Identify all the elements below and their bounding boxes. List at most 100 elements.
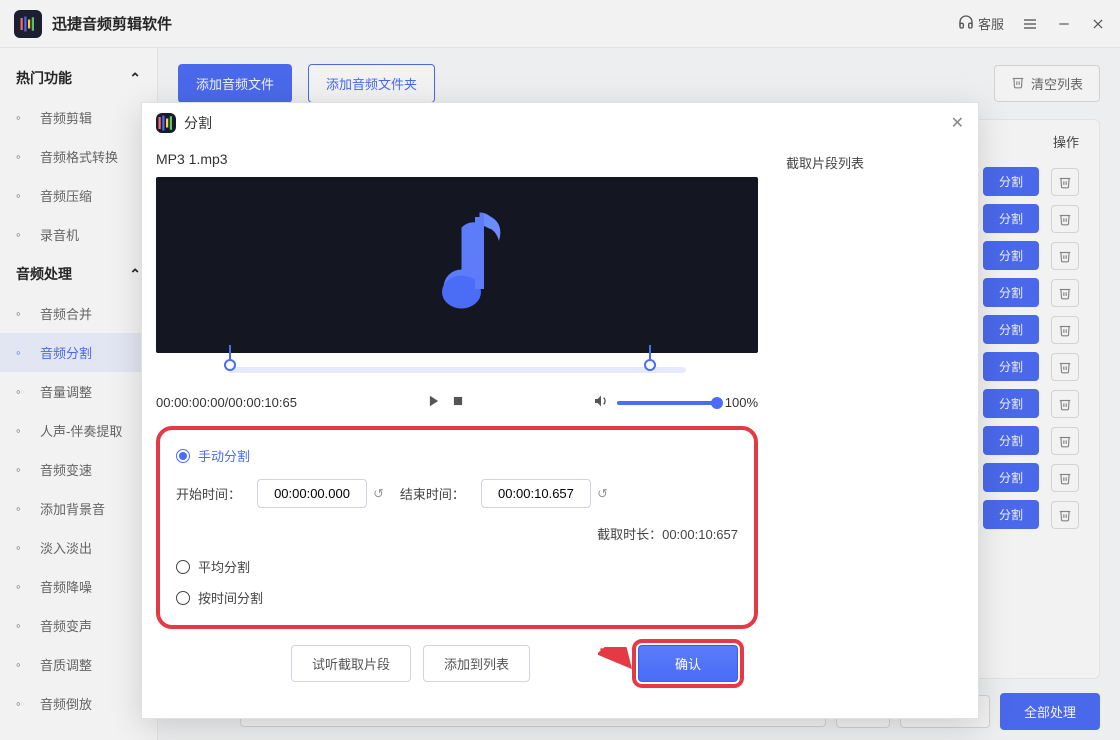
- dialog-title: 分割: [184, 113, 212, 133]
- sidebar-item[interactable]: ◦ 音频合并: [0, 294, 157, 333]
- row-delete-button[interactable]: [1051, 279, 1079, 307]
- sidebar-item-label: 添加背景音: [40, 499, 105, 518]
- trash-icon: [1011, 75, 1025, 92]
- music-note-icon: [412, 205, 502, 325]
- sidebar-item-label: 音质调整: [40, 655, 92, 674]
- chevron-up-icon: ⌃: [129, 70, 141, 87]
- feature-icon: ◦: [16, 110, 32, 126]
- sidebar-item[interactable]: ◦ 音频分割: [0, 333, 157, 372]
- sidebar-item[interactable]: ◦音频倒放: [0, 684, 157, 723]
- radio-time-split[interactable]: 按时间分割: [176, 582, 738, 613]
- row-delete-button[interactable]: [1051, 242, 1079, 270]
- sidebar-item-label: 录音机: [40, 225, 79, 244]
- row-split-button[interactable]: 分割: [983, 278, 1039, 307]
- sidebar-item[interactable]: ◦音频变声: [0, 606, 157, 645]
- sidebar-item[interactable]: ◦音频剪辑: [0, 98, 157, 137]
- sidebar-item[interactable]: ◦ 音量调整: [0, 372, 157, 411]
- sidebar-group-popular[interactable]: 热门功能 ⌃: [0, 58, 157, 98]
- row-delete-button[interactable]: [1051, 464, 1079, 492]
- feature-icon: ◦: [16, 384, 32, 400]
- row-delete-button[interactable]: [1051, 353, 1079, 381]
- play-button[interactable]: [427, 394, 441, 411]
- radio-label: 平均分割: [198, 557, 250, 576]
- range-handle-end[interactable]: [644, 359, 656, 371]
- menu-button[interactable]: [1022, 16, 1038, 32]
- sidebar-item[interactable]: ◦音频降噪: [0, 567, 157, 606]
- end-time-input[interactable]: [481, 479, 591, 508]
- reset-end-icon[interactable]: ↺: [597, 486, 608, 502]
- sidebar-item-label: 淡入淡出: [40, 538, 92, 557]
- sidebar-item-label: 音频压缩: [40, 186, 92, 205]
- row-split-button[interactable]: 分割: [983, 463, 1039, 492]
- clear-list-button[interactable]: 清空列表: [994, 65, 1100, 102]
- sidebar-item[interactable]: ◦音频变速: [0, 450, 157, 489]
- feature-icon: ◦: [16, 345, 32, 361]
- row-delete-button[interactable]: [1051, 168, 1079, 196]
- process-all-button[interactable]: 全部处理: [1000, 693, 1100, 730]
- sidebar-item[interactable]: ◦ 录音机: [0, 215, 157, 254]
- start-time-label: 开始时间：: [176, 484, 241, 503]
- row-delete-button[interactable]: [1051, 427, 1079, 455]
- sidebar-item[interactable]: ◦ 音质调整: [0, 645, 157, 684]
- feature-icon: ◦: [16, 227, 32, 243]
- row-split-button[interactable]: 分割: [983, 389, 1039, 418]
- app-title: 迅捷音频剪辑软件: [52, 13, 172, 34]
- reset-start-icon[interactable]: ↺: [373, 486, 384, 502]
- timeline-track[interactable]: [156, 353, 758, 385]
- sidebar-item-label: 音量调整: [40, 382, 92, 401]
- duration-label: 截取时长：: [597, 527, 662, 542]
- row-delete-button[interactable]: [1051, 316, 1079, 344]
- close-button[interactable]: [1090, 16, 1106, 32]
- sidebar-group-processing[interactable]: 音频处理 ⌃: [0, 254, 157, 294]
- volume-icon[interactable]: [593, 393, 609, 412]
- sidebar-item-label: 音频分割: [40, 343, 92, 362]
- dialog-close-button[interactable]: ✕: [951, 113, 964, 133]
- add-folder-button[interactable]: 添加音频文件夹: [308, 64, 435, 103]
- minimize-button[interactable]: [1056, 16, 1072, 32]
- feature-icon: ◦: [16, 501, 32, 517]
- row-split-button[interactable]: 分割: [983, 204, 1039, 233]
- feature-icon: ◦: [16, 657, 32, 673]
- feature-icon: ◦: [16, 306, 32, 322]
- support-button[interactable]: 客服: [958, 14, 1004, 33]
- headset-icon: [958, 14, 974, 33]
- radio-average-split[interactable]: 平均分割: [176, 551, 738, 582]
- add-to-list-button[interactable]: 添加到列表: [423, 645, 530, 682]
- sidebar-item[interactable]: ◦ 添加背景音: [0, 489, 157, 528]
- sidebar-item[interactable]: ◦音频格式转换: [0, 137, 157, 176]
- sidebar-item-label: 音频合并: [40, 304, 92, 323]
- confirm-button[interactable]: 确认: [638, 645, 738, 682]
- preview-segment-button[interactable]: 试听截取片段: [291, 645, 411, 682]
- radio-label: 按时间分割: [198, 588, 263, 607]
- sidebar-item[interactable]: ◦人声-伴奏提取: [0, 411, 157, 450]
- radio-manual-split[interactable]: 手动分割: [176, 440, 738, 471]
- sidebar-item[interactable]: ◦淡入淡出: [0, 528, 157, 567]
- annotation-arrow-icon: [598, 647, 634, 678]
- range-handle-start[interactable]: [224, 359, 236, 371]
- row-split-button[interactable]: 分割: [983, 426, 1039, 455]
- row-delete-button[interactable]: [1051, 205, 1079, 233]
- start-time-input[interactable]: [257, 479, 367, 508]
- sidebar-item[interactable]: ◦ 音频压缩: [0, 176, 157, 215]
- row-split-button[interactable]: 分割: [983, 315, 1039, 344]
- row-split-button[interactable]: 分割: [983, 241, 1039, 270]
- sidebar-group-label: 音频处理: [16, 264, 72, 284]
- feature-icon: ◦: [16, 579, 32, 595]
- row-split-button[interactable]: 分割: [983, 352, 1039, 381]
- current-filename: MP3 1.mp3: [156, 143, 758, 177]
- feature-icon: ◦: [16, 188, 32, 204]
- feature-icon: ◦: [16, 149, 32, 165]
- sidebar-item-label: 音频变声: [40, 616, 92, 635]
- volume-slider[interactable]: [617, 401, 717, 405]
- time-display: 00:00:00:00/00:00:10:65: [156, 395, 297, 410]
- sidebar-item-label: 音频倒放: [40, 694, 92, 713]
- row-split-button[interactable]: 分割: [983, 500, 1039, 529]
- sidebar-item-label: 音频变速: [40, 460, 92, 479]
- add-file-button[interactable]: 添加音频文件: [178, 64, 292, 103]
- chevron-up-icon: ⌃: [129, 266, 141, 283]
- sidebar-item-label: 人声-伴奏提取: [40, 421, 122, 440]
- stop-button[interactable]: [451, 394, 465, 411]
- row-delete-button[interactable]: [1051, 501, 1079, 529]
- row-delete-button[interactable]: [1051, 390, 1079, 418]
- row-split-button[interactable]: 分割: [983, 167, 1039, 196]
